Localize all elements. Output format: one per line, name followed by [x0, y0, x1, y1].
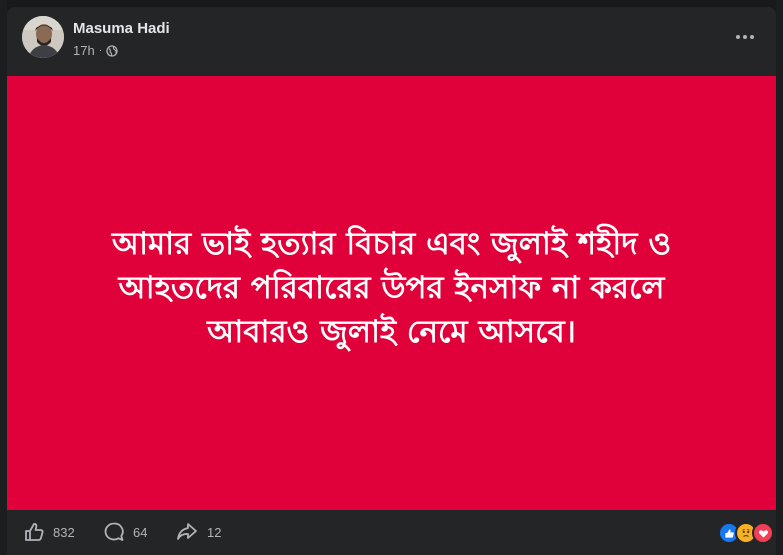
post-text: আমার ভাই হত্যার বিচার এবং জুলাই শহীদ ও আ… — [32, 222, 752, 354]
post-header: Masuma Hadi 17h · — [7, 7, 776, 75]
post-card: Masuma Hadi 17h · আমার ভাই হত্যার বিচার … — [7, 7, 776, 555]
post-text-line: আমার ভাই হত্যার বিচার এবং জুলাই শহীদ ও — [111, 226, 672, 262]
share-button[interactable]: 12 — [175, 521, 221, 543]
comment-button[interactable]: 64 — [103, 521, 147, 543]
avatar-image — [22, 16, 64, 58]
meta-separator: · — [98, 45, 103, 56]
left-edge — [0, 0, 7, 555]
more-dot-icon — [743, 35, 747, 39]
post-time[interactable]: 17h — [73, 43, 95, 58]
post-text-line: আবারও জুলাই নেমে আসবে। — [207, 314, 576, 350]
like-icon — [25, 523, 44, 541]
page: Masuma Hadi 17h · আমার ভাই হত্যার বিচার … — [0, 0, 783, 555]
like-count: 832 — [53, 524, 75, 540]
comment-count: 64 — [133, 524, 148, 540]
post-image[interactable]: আমার ভাই হত্যার বিচার এবং জুলাই শহীদ ও আ… — [7, 76, 776, 510]
globe-icon[interactable] — [106, 44, 118, 57]
reaction-summary[interactable] — [718, 522, 774, 544]
share-count: 12 — [207, 524, 222, 540]
share-icon — [177, 523, 197, 540]
post-text-line: আহতদের পরিবারের উপর ইনসাফ না করলে — [118, 270, 665, 306]
right-edge — [776, 0, 783, 555]
author-name[interactable]: Masuma Hadi — [73, 20, 170, 37]
love-reaction-icon — [752, 522, 774, 544]
more-options-button[interactable] — [729, 25, 761, 49]
more-dot-icon — [736, 35, 740, 39]
post-meta: 17h · — [73, 43, 118, 58]
comment-icon — [104, 522, 124, 541]
more-dot-icon — [750, 35, 754, 39]
like-button[interactable]: 832 — [23, 521, 75, 543]
avatar[interactable] — [22, 16, 64, 58]
post-footer: 832 64 12 — [7, 510, 776, 555]
